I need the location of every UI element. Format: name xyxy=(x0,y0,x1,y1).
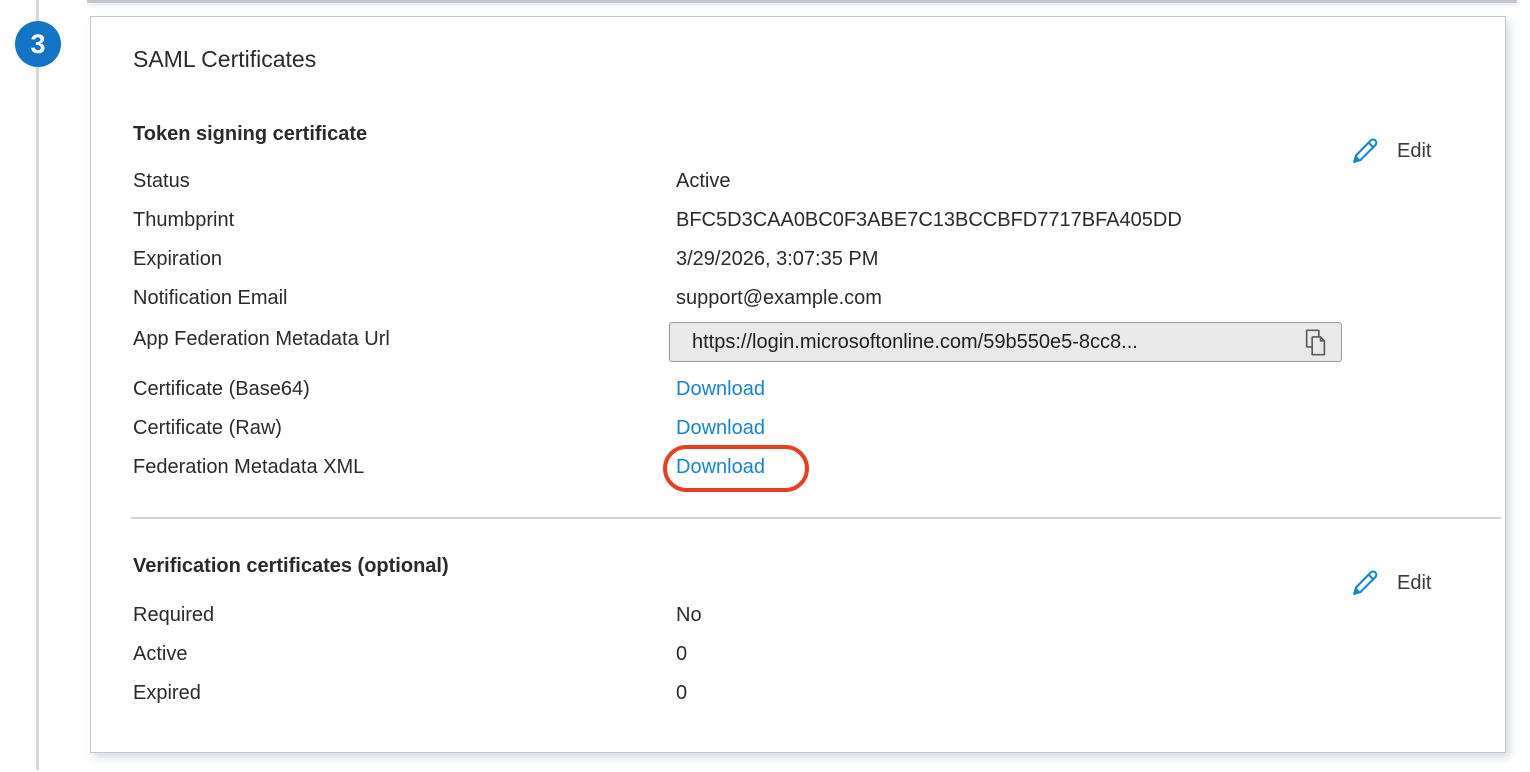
thumbprint-label: Thumbprint xyxy=(133,208,676,233)
step-number: 3 xyxy=(30,29,45,60)
certificate-base64-label: Certificate (Base64) xyxy=(133,377,676,402)
certificate-base64-row: Certificate (Base64) Download xyxy=(133,377,1475,416)
federation-metadata-xml-label: Federation Metadata XML xyxy=(133,455,676,480)
expiration-row: Expiration 3/29/2026, 3:07:35 PM xyxy=(133,247,1475,286)
required-value: No xyxy=(676,603,702,628)
thumbprint-row: Thumbprint BFC5D3CAA0BC0F3ABE7C13BCCBFD7… xyxy=(133,208,1475,247)
certificate-raw-row: Certificate (Raw) Download xyxy=(133,416,1475,455)
verification-properties: Required No Active 0 Expired 0 xyxy=(133,603,1475,720)
edit-button-label: Edit xyxy=(1397,140,1431,163)
notification-email-label: Notification Email xyxy=(133,286,676,311)
active-row: Active 0 xyxy=(133,642,1475,681)
expired-label: Expired xyxy=(133,681,676,706)
required-label: Required xyxy=(133,603,676,628)
previous-card-bottom-edge xyxy=(87,0,1517,3)
app-federation-metadata-url-value: https://login.microsoftonline.com/59b550… xyxy=(692,331,1292,354)
notification-email-value: support@example.com xyxy=(676,286,882,311)
edit-verification-certificates-button[interactable]: Edit xyxy=(1349,568,1431,599)
token-signing-certificate-heading: Token signing certificate xyxy=(133,123,367,146)
federation-metadata-xml-row: Federation Metadata XML Download xyxy=(133,455,1475,494)
expiration-value: 3/29/2026, 3:07:35 PM xyxy=(676,247,878,272)
saml-certificates-card: SAML Certificates Token signing certific… xyxy=(90,16,1506,753)
expired-row: Expired 0 xyxy=(133,681,1475,720)
app-federation-metadata-url-label: App Federation Metadata Url xyxy=(133,327,390,352)
page: 3 SAML Certificates Token signing certif… xyxy=(0,0,1530,772)
status-value: Active xyxy=(676,169,730,194)
edit-token-signing-button[interactable]: Edit xyxy=(1349,136,1431,167)
app-federation-metadata-url-field[interactable]: https://login.microsoftonline.com/59b550… xyxy=(669,322,1342,362)
active-value: 0 xyxy=(676,642,687,667)
section-divider xyxy=(131,517,1501,519)
step-timeline-line xyxy=(36,0,39,770)
notification-email-row: Notification Email support@example.com xyxy=(133,286,1475,325)
pencil-icon xyxy=(1349,136,1380,167)
active-label: Active xyxy=(133,642,676,667)
status-row: Status Active xyxy=(133,169,1475,208)
thumbprint-value: BFC5D3CAA0BC0F3ABE7C13BCCBFD7717BFA405DD xyxy=(676,208,1182,233)
expiration-label: Expiration xyxy=(133,247,676,272)
download-certificate-raw-link[interactable]: Download xyxy=(676,416,765,441)
expired-value: 0 xyxy=(676,681,687,706)
certificate-raw-label: Certificate (Raw) xyxy=(133,416,676,441)
card-title: SAML Certificates xyxy=(133,46,316,73)
edit-button-label: Edit xyxy=(1397,572,1431,595)
status-label: Status xyxy=(133,169,676,194)
copy-url-button[interactable] xyxy=(1302,327,1329,358)
certificate-downloads: Certificate (Base64) Download Certificat… xyxy=(133,377,1475,494)
token-signing-properties: Status Active Thumbprint BFC5D3CAA0BC0F3… xyxy=(133,169,1475,325)
copy-icon xyxy=(1302,327,1329,358)
download-federation-metadata-xml-link[interactable]: Download xyxy=(676,455,765,480)
step-3-badge: 3 xyxy=(15,21,61,67)
verification-certificates-heading: Verification certificates (optional) xyxy=(133,555,449,578)
required-row: Required No xyxy=(133,603,1475,642)
pencil-icon xyxy=(1349,568,1380,599)
download-certificate-base64-link[interactable]: Download xyxy=(676,377,765,402)
